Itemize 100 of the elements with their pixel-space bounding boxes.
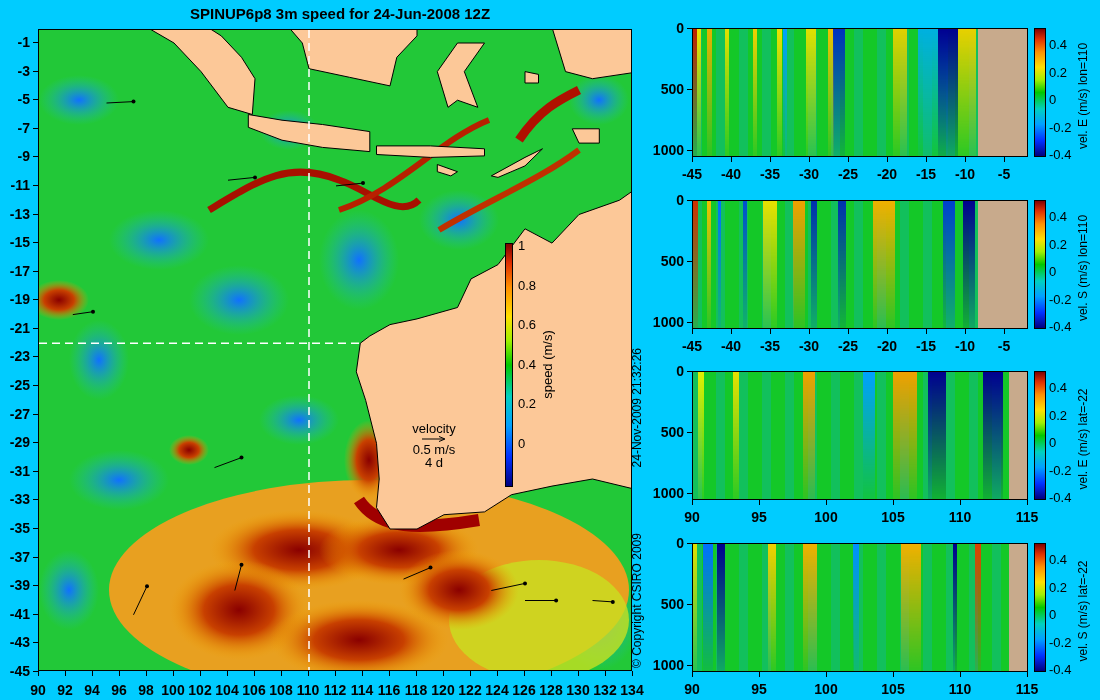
axis-tick-label: 115 <box>1015 682 1039 696</box>
axis-tick-label: -20 <box>876 167 898 181</box>
axis-tick-label: 104 <box>215 683 239 697</box>
axis-tick-label: -23 <box>8 349 30 364</box>
axis-tick-label: 112 <box>323 683 347 697</box>
scale-arrow-icon <box>422 436 446 442</box>
colorbar-tick-label: -0.4 <box>1049 663 1072 676</box>
axis-tick-label: -37 <box>8 549 30 564</box>
colorbar-tick-label: -0.4 <box>1049 320 1072 333</box>
axis-tick-label: 102 <box>188 683 212 697</box>
axis-tick-label: 100 <box>161 683 185 697</box>
legend-duration: 4 d <box>424 456 444 469</box>
axis-tick-label: -17 <box>8 263 30 278</box>
axis-tick-label: 110 <box>948 510 972 524</box>
axis-tick-label: 0 <box>675 193 684 207</box>
axis-tick-label: 500 <box>659 425 684 439</box>
colorbar-tick-label: 0.8 <box>518 278 537 292</box>
axis-tick-label: -10 <box>954 339 976 353</box>
colorbar-label: vel. E (m/s) lat=-22 <box>1077 387 1089 492</box>
legend-label: velocity <box>412 422 456 435</box>
colorbar-tick-label: -0.4 <box>1049 148 1072 161</box>
axis-tick-label: -30 <box>798 339 820 353</box>
axis-tick-label: 130 <box>566 683 590 697</box>
axis-tick-label: 122 <box>458 683 482 697</box>
axis-tick-label: -5 <box>997 167 1011 181</box>
colorbar-tick-label: 0 <box>1049 436 1057 449</box>
axis-tick-label: 134 <box>620 683 644 697</box>
axis-tick-label: 96 <box>111 683 127 697</box>
colorbar-tick-label: 0 <box>1049 265 1057 278</box>
colorbar-tick-label: 0.4 <box>518 357 537 371</box>
colorbar-tick-label: 0.4 <box>1049 38 1068 51</box>
axis-tick-label: 0 <box>675 364 684 378</box>
colorbar-tick-label: -0.2 <box>1049 463 1072 477</box>
axis-tick-label: -19 <box>8 292 30 307</box>
axis-tick-label: 120 <box>431 683 455 697</box>
colorbar-tick-label: -0.2 <box>1049 120 1072 134</box>
axis-tick-label: 132 <box>593 683 617 697</box>
colorbar-label: vel. E (m/s) lon=110 <box>1077 41 1089 152</box>
axis-tick-label: -1 <box>16 35 30 49</box>
chart-title: SPINUP6p8 3m speed for 24-Jun-2008 12Z <box>190 4 491 24</box>
axis-tick-label: 0 <box>675 21 684 35</box>
axis-tick-label: -31 <box>8 463 30 478</box>
axis-tick-label: 500 <box>659 597 684 611</box>
axis-tick-label: 1000 <box>651 143 684 157</box>
colorbar-label: vel. S (m/s) lon=110 <box>1077 213 1089 324</box>
axis-tick-label: -20 <box>876 339 898 353</box>
colorbar-tick-label: 0.4 <box>1049 210 1068 223</box>
axis-tick-label: -25 <box>837 339 859 353</box>
axis-tick-label: 1000 <box>651 486 684 500</box>
axis-tick-label: -35 <box>759 167 781 181</box>
axis-tick-label: 128 <box>539 683 563 697</box>
legend-speed: 0.5 m/s <box>412 443 456 456</box>
axis-tick-label: -33 <box>8 492 30 507</box>
colorbar-tick-label: 0.2 <box>1049 65 1068 79</box>
colorbar-tick-label: 0 <box>1049 93 1057 106</box>
axis-tick-label: 98 <box>138 683 154 697</box>
axis-tick-label: 1000 <box>651 658 684 672</box>
axis-tick-label: -15 <box>915 339 937 353</box>
axis-tick-label: 114 <box>350 683 374 697</box>
axis-tick-label: -9 <box>16 149 30 164</box>
axis-tick-label: -15 <box>915 167 937 181</box>
axis-tick-label: -13 <box>8 206 30 221</box>
axis-tick-label: 124 <box>485 683 509 697</box>
colorbar-tick-label: 0.2 <box>1049 237 1068 251</box>
axis-tick-label: -45 <box>8 663 30 678</box>
axis-tick-label: 110 <box>948 682 972 696</box>
axis-tick-label: 126 <box>512 683 536 697</box>
axis-tick-label: 110 <box>296 683 320 697</box>
axis-tick-label: -10 <box>954 167 976 181</box>
axis-tick-label: -5 <box>16 92 30 107</box>
axis-tick-label: 92 <box>57 683 73 697</box>
axis-tick-label: 100 <box>814 682 838 696</box>
axis-tick-label: 100 <box>814 510 838 524</box>
colorbar-tick-label: 0.4 <box>1049 553 1068 566</box>
axis-tick-label: 500 <box>659 254 684 268</box>
axis-tick-label: -35 <box>8 521 30 535</box>
axis-tick-label: -45 <box>681 167 703 181</box>
axis-tick-label: -3 <box>16 63 30 78</box>
axis-tick-label: -7 <box>16 120 30 135</box>
axis-tick-label: -25 <box>8 378 30 393</box>
timestamp-text: 24-Nov-2009 21:32:26 <box>631 348 643 468</box>
axis-tick-label: -39 <box>8 578 30 593</box>
axis-tick-label: -40 <box>720 339 742 353</box>
colorbar-tick-label: 0.4 <box>1049 381 1068 394</box>
axis-tick-label: 118 <box>404 683 428 697</box>
axis-tick-label: 1000 <box>651 315 684 329</box>
colorbar-tick-label: -0.2 <box>1049 635 1072 649</box>
axis-tick-label: -15 <box>8 235 30 250</box>
axis-tick-label: 115 <box>1015 510 1039 524</box>
colorbar-tick-label: 0.2 <box>1049 408 1068 422</box>
axis-tick-label: -25 <box>837 167 859 181</box>
axis-tick-label: 90 <box>684 682 700 696</box>
colorbar-tick-label: 1 <box>518 239 526 252</box>
colorbar-tick-label: 0.2 <box>518 397 537 410</box>
axis-tick-label: -40 <box>720 167 742 181</box>
axis-tick-label: 500 <box>659 82 684 96</box>
axis-tick-label: 90 <box>684 510 700 524</box>
colorbar-label: vel. S (m/s) lat=-22 <box>1077 559 1089 664</box>
colorbar-tick-label: -0.2 <box>1049 292 1072 306</box>
axis-tick-label: -21 <box>8 320 30 335</box>
